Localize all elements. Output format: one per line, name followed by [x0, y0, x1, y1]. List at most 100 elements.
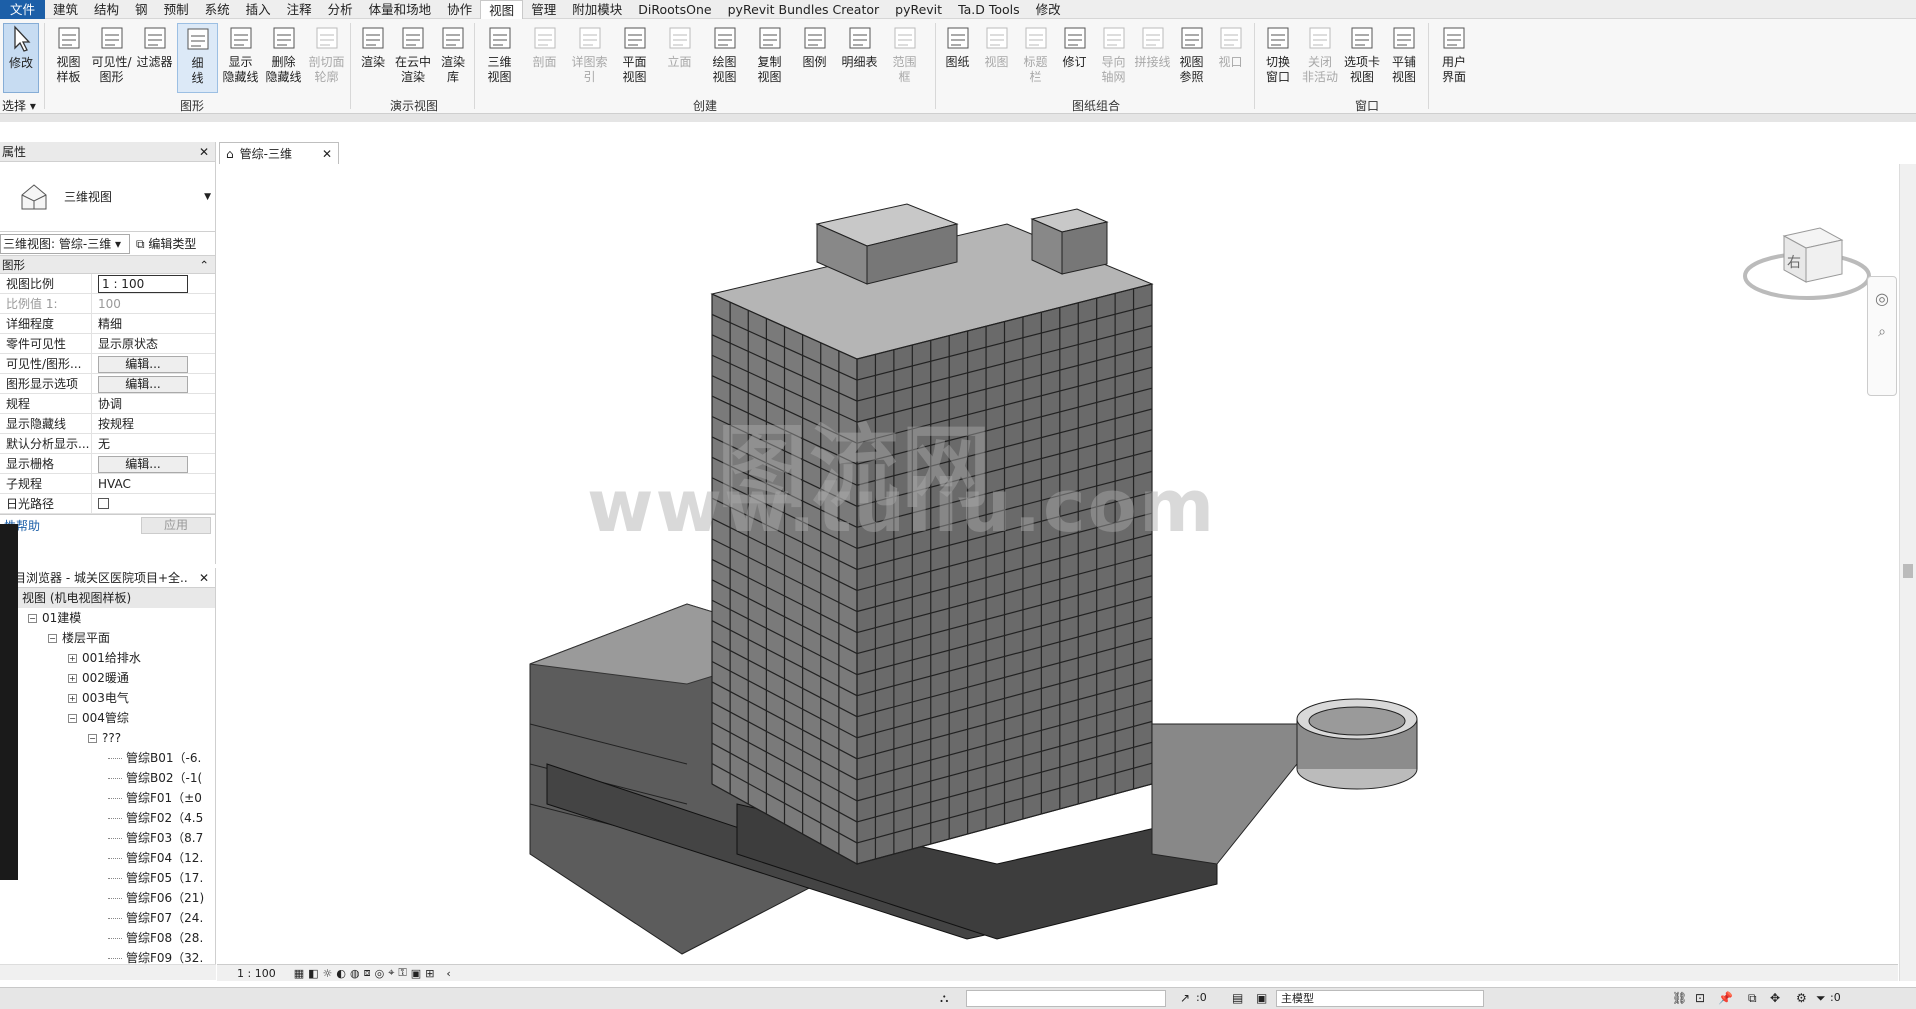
tree-item[interactable]: − 楼层平面 — [8, 628, 215, 648]
g4-button-4[interactable]: 导向 轴网 — [1095, 23, 1132, 93]
tree-toggle-icon[interactable]: − — [28, 614, 37, 623]
g2-button-0[interactable]: 渲染 — [354, 23, 392, 93]
tree-item[interactable]: −01建模 — [8, 608, 215, 628]
link-select-icon[interactable]: ⛓ — [1672, 991, 1687, 1005]
tree-item[interactable]: −视图 (机电视图样板) — [8, 588, 215, 608]
g4-button-6[interactable]: 视图 参照 — [1173, 23, 1210, 93]
property-value[interactable]: 按规程 — [92, 414, 215, 433]
graphics-section[interactable]: 图形 ⌃ — [0, 256, 215, 274]
property-row[interactable]: 规程 协调 — [0, 394, 215, 414]
g1-button-6[interactable]: 剖切面 轮廓 — [306, 23, 347, 93]
filter-icon[interactable]: ⏷ — [1816, 991, 1826, 1006]
menu-tab-6[interactable]: 插入 — [238, 0, 279, 19]
g4-button-2[interactable]: 标题栏 — [1017, 23, 1054, 93]
g5-button-1[interactable]: 关闭 非活动 — [1300, 23, 1340, 93]
modify-button[interactable]: 修改 — [3, 23, 39, 93]
menu-tab-8[interactable]: 分析 — [320, 0, 361, 19]
edit-button[interactable]: 编辑... — [98, 456, 188, 473]
g4-button-1[interactable]: 视图 — [978, 23, 1015, 93]
property-value[interactable]: 无 — [92, 434, 215, 453]
edit-button[interactable]: 编辑... — [98, 376, 188, 393]
property-value[interactable]: 编辑... — [92, 454, 215, 473]
tree-toggle-icon[interactable]: − — [68, 714, 77, 723]
drag-select-icon[interactable]: ✥ — [1770, 991, 1780, 1005]
menu-tab-0[interactable]: 文件 — [0, 0, 46, 19]
g3-button-1[interactable]: 剖面 — [523, 23, 566, 93]
render-icon[interactable]: ◍ — [350, 967, 360, 980]
view-cube[interactable]: 右 — [1742, 216, 1872, 306]
property-row[interactable]: 图形显示选项 编辑... — [0, 374, 215, 394]
menu-tab-15[interactable]: pyRevit Bundles Creator — [720, 0, 888, 19]
chevron-down-icon[interactable]: ▼ — [204, 192, 211, 202]
g3-button-4[interactable]: 立面 — [658, 23, 701, 93]
menu-tab-4[interactable]: 预制 — [156, 0, 197, 19]
constraints-icon[interactable]: ⊞ — [425, 967, 434, 980]
g3-button-7[interactable]: 图例 — [793, 23, 836, 93]
pinned-select-icon[interactable]: 📌 — [1718, 991, 1733, 1005]
face-select-icon[interactable]: ⧉ — [1748, 991, 1757, 1006]
property-row[interactable]: 显示栅格 编辑... — [0, 454, 215, 474]
close-icon[interactable]: ✕ — [322, 147, 332, 161]
zoom-icon[interactable]: ⌕ — [1868, 324, 1896, 340]
menu-tab-13[interactable]: 附加模块 — [564, 0, 630, 19]
editable-icon[interactable]: ↗ — [1180, 991, 1190, 1005]
tree-item[interactable]: +001给排水 — [8, 648, 215, 668]
menu-tab-3[interactable]: 钢 — [127, 0, 156, 19]
tree-toggle-icon[interactable]: − — [48, 634, 57, 643]
analytical-icon[interactable]: ▣ — [411, 967, 421, 980]
detail-level-icon[interactable]: ▦ — [294, 967, 304, 980]
crop-icon[interactable]: ⧈ — [364, 966, 371, 980]
property-row[interactable]: 可见性/图形... 编辑... — [0, 354, 215, 374]
apply-button[interactable]: 应用 — [141, 517, 211, 534]
edit-type-button[interactable]: ⧉ 编辑类型 — [136, 235, 196, 252]
g3-button-3[interactable]: 平面 视图 — [613, 23, 656, 93]
tree-item[interactable]: 管综F04（12. — [8, 848, 215, 868]
tree-toggle-icon[interactable]: + — [68, 674, 77, 683]
menu-tab-12[interactable]: 管理 — [523, 0, 564, 19]
property-row[interactable]: 视图比例 1 : 100 — [0, 274, 215, 294]
g4-button-3[interactable]: 修订 — [1056, 23, 1093, 93]
main-model-icon[interactable]: ▣ — [1256, 991, 1267, 1005]
menu-tab-1[interactable]: 建筑 — [45, 0, 86, 19]
type-selector[interactable]: 三维视图 ▼ — [0, 162, 215, 232]
g3-button-6[interactable]: 复制 视图 — [748, 23, 791, 93]
tree-item[interactable]: 管综F07（24. — [8, 908, 215, 928]
g3-button-8[interactable]: 明细表 — [838, 23, 881, 93]
menu-tab-5[interactable]: 系统 — [197, 0, 238, 19]
menu-tab-17[interactable]: Ta.D Tools — [950, 0, 1028, 19]
underlay-select-icon[interactable]: ⊡ — [1695, 991, 1705, 1005]
instance-selector[interactable]: 三维视图: 管综-三维 ▾ — [0, 233, 130, 254]
g1-button-5[interactable]: 删除 隐藏线 — [263, 23, 304, 93]
g3-button-9[interactable]: 范围框 — [883, 23, 926, 93]
g2-button-2[interactable]: 渲染库 — [434, 23, 472, 93]
scale-readout[interactable]: 1 : 100 — [237, 967, 276, 980]
tree-item[interactable]: +002暖通 — [8, 668, 215, 688]
viewport-vscrollbar[interactable] — [1899, 164, 1916, 981]
property-value[interactable]: HVAC — [92, 474, 215, 493]
g1-button-0[interactable]: 视图 样板 — [48, 23, 89, 93]
g2-button-1[interactable]: 在云中 渲染 — [394, 23, 432, 93]
menu-tab-9[interactable]: 体量和场地 — [361, 0, 440, 19]
tree-item[interactable]: 管综F08（28. — [8, 928, 215, 948]
g3-button-5[interactable]: 绘图 视图 — [703, 23, 746, 93]
property-row[interactable]: 显示隐藏线 按规程 — [0, 414, 215, 434]
g1-button-2[interactable]: 过滤器 — [134, 23, 175, 93]
g4-button-5[interactable]: 拼接线 — [1134, 23, 1171, 93]
g1-button-1[interactable]: 可见性/图形 — [91, 23, 132, 93]
g1-button-3[interactable]: 细线 — [177, 23, 218, 93]
tree-item[interactable]: −??? — [8, 728, 215, 748]
property-row[interactable]: 比例值 1: 100 — [0, 294, 215, 314]
visual-style-icon[interactable]: ◧ — [308, 967, 318, 980]
property-row[interactable]: 默认分析显示... 无 — [0, 434, 215, 454]
menu-tab-16[interactable]: pyRevit — [887, 0, 950, 19]
g5-button-3[interactable]: 平铺 视图 — [1384, 23, 1424, 93]
property-value[interactable]: 100 — [92, 294, 215, 313]
g4-button-7[interactable]: 视口 — [1212, 23, 1249, 93]
3d-viewport[interactable]: 图流网 www.tuliu.com 右 ◎ ⌕ — [217, 164, 1898, 964]
tree-toggle-icon[interactable]: − — [88, 734, 97, 743]
edit-button[interactable]: 编辑... — [98, 356, 188, 373]
tree-item[interactable]: 管综F06（21) — [8, 888, 215, 908]
tree-item[interactable]: 管综F05（17. — [8, 868, 215, 888]
temp-hide-icon[interactable]: ◎ — [375, 967, 385, 980]
workset-icon[interactable]: ⛬ — [940, 991, 948, 1006]
